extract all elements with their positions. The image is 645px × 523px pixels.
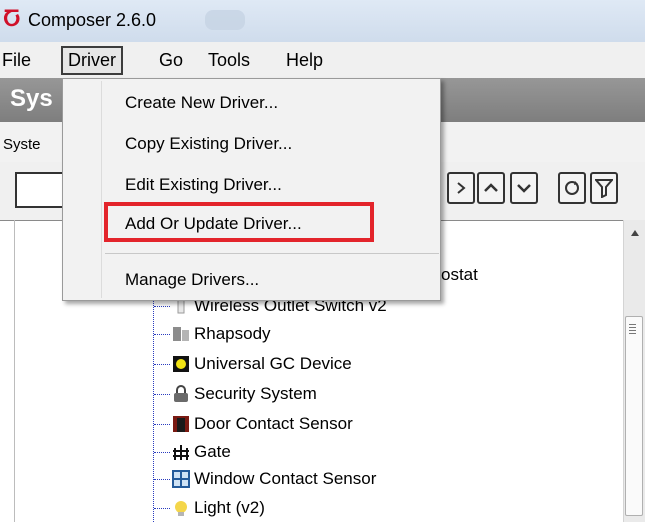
tree-connector [154,507,170,509]
security-lock-icon [172,385,190,403]
light-icon [172,499,190,517]
menu-icon-gutter [101,81,102,298]
scroll-up-arrow-icon[interactable] [631,230,639,236]
menu-separator [105,253,439,254]
title-bar: Ⴀ Composer 2.6.0 [0,0,645,42]
tree-connector [154,393,170,395]
tree-item-window-contact-sensor[interactable]: Window Contact Sensor [154,467,376,491]
door-sensor-icon [172,415,190,433]
tree-item-label: Door Contact Sensor [194,414,353,433]
tree-item-label: Rhapsody [194,324,271,343]
tree-item-rhapsody[interactable]: Rhapsody [154,322,271,346]
tree-left-border [14,220,15,522]
menu-tools[interactable]: Tools [208,50,250,71]
title-bar-blurred-area [205,10,245,30]
rhapsody-icon [172,325,190,343]
view-title: Sys [10,85,53,112]
filter-icon [595,179,613,198]
menu-item-edit-existing-driver[interactable]: Edit Existing Driver... [125,175,282,195]
menu-file[interactable]: File [2,50,31,71]
refresh-icon [565,181,579,195]
refresh-button[interactable] [558,172,586,204]
tree-item-label: Security System [194,384,317,403]
tree-scrollbar[interactable] [623,220,645,522]
tree-item-label: Gate [194,442,231,461]
menu-item-copy-existing-driver[interactable]: Copy Existing Driver... [125,134,292,154]
tree-connector [154,363,170,365]
menu-bar: File Driver Go Tools Help [0,42,645,79]
menu-help[interactable]: Help [286,50,323,71]
composer-logo-icon: Ⴀ [3,9,21,31]
menu-item-create-new-driver[interactable]: Create New Driver... [125,93,278,113]
move-down-button[interactable] [510,172,538,204]
tree-item-security-system[interactable]: Security System [154,382,317,406]
tree-item-light-v2[interactable]: Light (v2) [154,496,265,520]
tree-item-door-contact-sensor[interactable]: Door Contact Sensor [154,412,353,436]
highlight-annotation-box [104,202,374,242]
driver-menu-dropdown: Create New Driver... Copy Existing Drive… [62,78,441,301]
window-title: Composer 2.6.0 [28,10,157,30]
scroll-grip-icon [629,324,636,334]
menu-go[interactable]: Go [159,50,183,71]
window-sensor-icon [172,470,190,488]
tree-item-gate[interactable]: Gate [154,440,231,464]
tree-connector [154,333,170,335]
scroll-thumb[interactable] [625,316,643,516]
filter-button[interactable] [590,172,618,204]
tree-item-universal-gc-device[interactable]: Universal GC Device [154,352,352,376]
tree-connector [154,423,170,425]
dropdown-arrow-button[interactable] [447,172,475,204]
tree-connector [154,451,170,453]
gate-icon [172,443,190,461]
tree-connector [154,478,170,480]
chevron-down-icon [517,184,531,193]
dropdown-arrow-icon [457,182,466,194]
chevron-up-icon [484,183,498,192]
tree-item-label: Window Contact Sensor [194,469,377,488]
tree-item-partial-label: ostat [441,265,478,284]
gc-device-icon [172,355,190,373]
menu-driver[interactable]: Driver [61,46,123,75]
tree-item-label: Light (v2) [194,498,265,517]
system-tab-label[interactable]: Syste [3,136,41,153]
move-up-button[interactable] [477,172,505,204]
menu-item-manage-drivers[interactable]: Manage Drivers... [125,270,259,290]
tree-connector [154,305,170,307]
tree-item-label: Universal GC Device [194,354,352,373]
